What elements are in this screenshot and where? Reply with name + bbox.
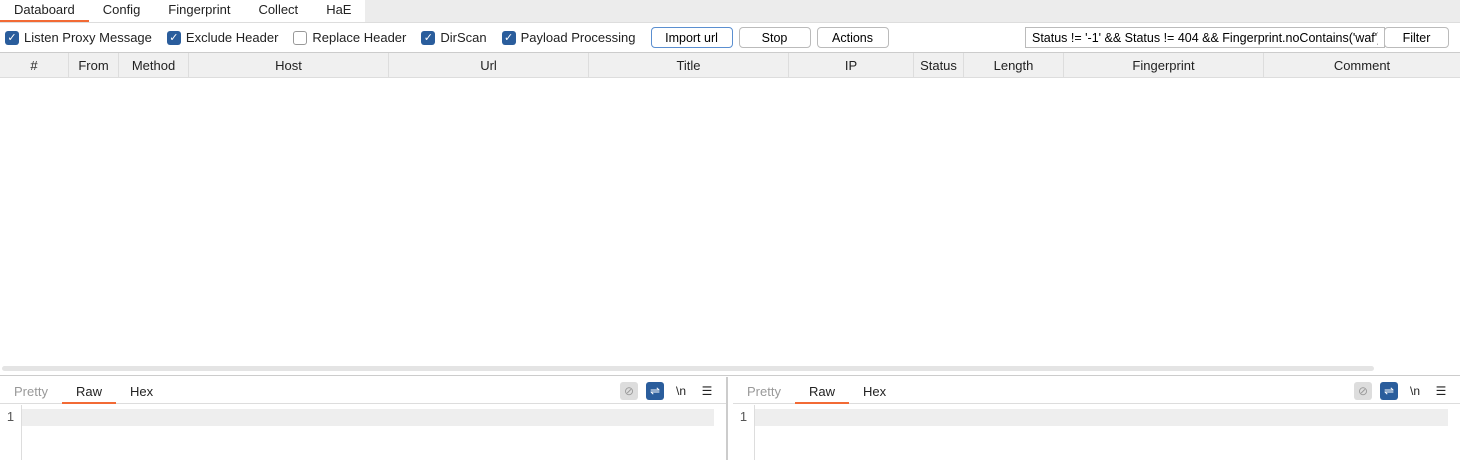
checkmark-icon: ✓: [421, 30, 436, 45]
col-comment[interactable]: Comment: [1264, 53, 1460, 77]
payload-processing-checkbox[interactable]: ✓ Payload Processing: [501, 30, 636, 45]
tab-config[interactable]: Config: [89, 0, 155, 22]
hide-eye-icon[interactable]: ⊘: [1354, 382, 1372, 400]
response-editor: Pretty Raw Hex ⊘ ⇌ \n ☰ 1: [733, 377, 1460, 460]
col-title[interactable]: Title: [589, 53, 789, 77]
col-host[interactable]: Host: [189, 53, 389, 77]
tab-collect[interactable]: Collect: [244, 0, 312, 22]
newline-toggle[interactable]: \n: [672, 382, 690, 400]
filter-input[interactable]: [1025, 27, 1385, 48]
col-status[interactable]: Status: [914, 53, 964, 77]
col-fingerprint[interactable]: Fingerprint: [1064, 53, 1264, 77]
table-header: # From Method Host Url Title IP Status L…: [0, 52, 1460, 78]
splitter[interactable]: [0, 375, 1460, 376]
col-index[interactable]: #: [0, 53, 69, 77]
tab-databoard[interactable]: Databoard: [0, 0, 89, 22]
col-from[interactable]: From: [69, 53, 119, 77]
tab-hae[interactable]: HaE: [312, 0, 365, 22]
tab-hex[interactable]: Hex: [849, 377, 900, 404]
main-tabs: Databoard Config Fingerprint Collect HaE: [0, 0, 1460, 22]
tab-raw[interactable]: Raw: [61, 377, 116, 404]
listen-proxy-checkbox[interactable]: ✓ Listen Proxy Message: [5, 30, 152, 45]
newline-toggle[interactable]: \n: [1406, 382, 1424, 400]
tab-raw[interactable]: Raw: [794, 377, 849, 404]
dirscan-checkbox[interactable]: ✓ DirScan: [421, 30, 487, 45]
checkmark-icon: ✓: [501, 30, 516, 45]
tab-pretty[interactable]: Pretty: [733, 377, 795, 404]
checkmark-icon: ✓: [5, 30, 19, 45]
editor-line[interactable]: [755, 409, 1448, 426]
menu-icon[interactable]: ☰: [698, 382, 716, 400]
checkbox-empty-icon: [293, 30, 308, 45]
col-length[interactable]: Length: [964, 53, 1064, 77]
checkmark-icon: ✓: [166, 30, 181, 45]
exclude-header-checkbox[interactable]: ✓ Exclude Header: [166, 30, 278, 45]
toolbar: ✓ Listen Proxy Message ✓ Exclude Header Re…: [0, 22, 1460, 52]
import-url-button[interactable]: Import url: [650, 27, 733, 48]
line-number: 1: [0, 405, 22, 460]
wrap-lines-icon[interactable]: ⇌: [646, 382, 664, 400]
wrap-lines-icon[interactable]: ⇌: [1380, 382, 1398, 400]
col-method[interactable]: Method: [119, 53, 189, 77]
request-editor: Pretty Raw Hex ⊘ ⇌ \n ☰ 1: [0, 377, 728, 460]
line-number: 1: [733, 405, 755, 460]
stop-button[interactable]: Stop: [738, 27, 811, 48]
tab-fingerprint[interactable]: Fingerprint: [154, 0, 244, 22]
actions-button[interactable]: Actions: [816, 27, 889, 48]
editor-line[interactable]: [22, 409, 714, 426]
tab-pretty[interactable]: Pretty: [0, 377, 62, 404]
replace-header-checkbox[interactable]: Replace Header: [293, 30, 406, 45]
hide-eye-icon[interactable]: ⊘: [620, 382, 638, 400]
col-url[interactable]: Url: [389, 53, 589, 77]
menu-icon[interactable]: ☰: [1432, 382, 1450, 400]
tab-hex[interactable]: Hex: [116, 377, 167, 404]
horizontal-scrollbar[interactable]: [2, 366, 1374, 371]
col-ip[interactable]: IP: [789, 53, 914, 77]
filter-button[interactable]: Filter: [1384, 27, 1449, 48]
